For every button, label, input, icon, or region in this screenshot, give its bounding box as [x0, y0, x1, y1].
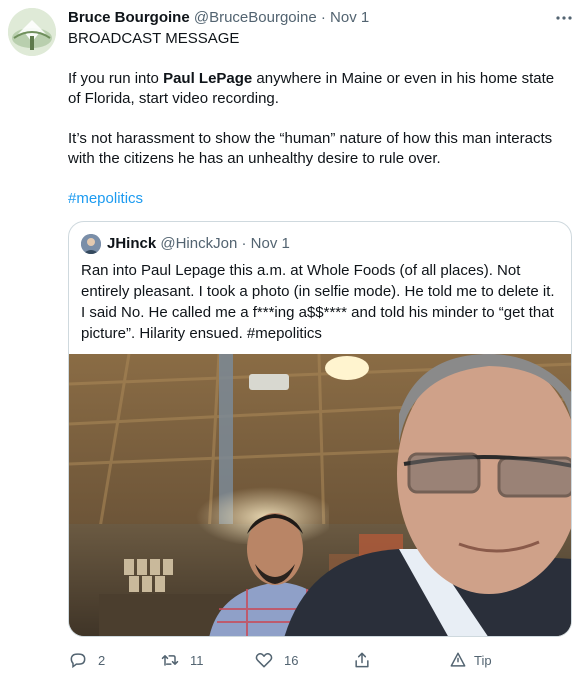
author-avatar[interactable]	[8, 8, 56, 56]
quoted-date: Nov 1	[250, 235, 290, 252]
tweet-paragraph-3: It’s not harassment to show the “human” …	[68, 130, 553, 167]
tweet-text: BROADCAST MESSAGE If you run into Paul L…	[68, 29, 568, 209]
header-separator: ·	[320, 9, 326, 26]
tweet-actions: 2 11 16 Tip	[68, 648, 572, 672]
quoted-author-name: JHinck	[107, 235, 157, 252]
more-icon[interactable]	[554, 8, 574, 28]
tweet-date[interactable]: Nov 1	[330, 9, 369, 26]
retweet-icon	[161, 655, 179, 666]
author-handle[interactable]: @BruceBourgoine	[194, 9, 317, 26]
quoted-header: JHinck @HinckJon · Nov 1	[81, 234, 290, 254]
quoted-text: Ran into Paul Lepage this a.m. at Whole …	[81, 262, 555, 342]
hashtag-link[interactable]: #mepolitics	[68, 190, 143, 207]
quoted-photo[interactable]	[69, 353, 571, 636]
share-button[interactable]	[352, 648, 372, 672]
reply-icon	[70, 653, 86, 669]
quoted-separator: ·	[241, 235, 247, 252]
author-name[interactable]: Bruce Bourgoine	[68, 9, 190, 26]
reply-button[interactable]: 2	[68, 648, 105, 672]
tweet-paragraph-2: If you run into Paul LePage anywhere in …	[68, 69, 568, 109]
tweet-header: Bruce Bourgoine @BruceBourgoine · Nov 1	[68, 8, 369, 28]
quoted-author-handle: @HinckJon	[160, 235, 238, 252]
tip-icon	[450, 652, 466, 667]
share-icon	[355, 652, 369, 668]
retweet-button[interactable]: 11	[160, 648, 204, 672]
like-count: 16	[284, 652, 299, 668]
quoted-avatar	[81, 234, 101, 254]
tip-label: Tip	[474, 652, 492, 668]
tweet-line-1: BROADCAST MESSAGE	[68, 30, 240, 47]
tip-button[interactable]: Tip	[448, 648, 492, 672]
like-button[interactable]: 16	[254, 648, 298, 672]
para2-pre: If you run into	[68, 70, 164, 87]
quoted-tweet[interactable]: JHinck @HinckJon · Nov 1 Ran into Paul L…	[68, 221, 572, 637]
retweet-count: 11	[190, 652, 204, 668]
like-icon	[255, 653, 273, 668]
reply-count: 2	[98, 652, 106, 668]
para2-bold: Paul LePage	[163, 70, 253, 87]
